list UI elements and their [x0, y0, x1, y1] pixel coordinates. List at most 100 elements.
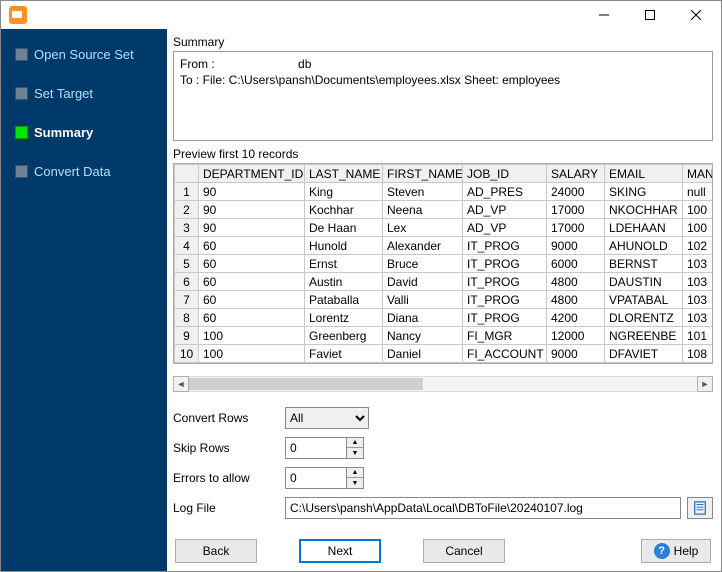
- table-row[interactable]: 460HunoldAlexanderIT_PROG9000AHUNOLD102: [175, 237, 714, 255]
- column-header[interactable]: SALARY: [547, 165, 605, 183]
- scroll-left-button[interactable]: ◄: [173, 376, 189, 392]
- cell: AD_VP: [463, 201, 547, 219]
- cell: 100: [683, 201, 714, 219]
- skip-rows-up[interactable]: ▲: [347, 438, 363, 448]
- cell: IT_PROG: [463, 273, 547, 291]
- convert-rows-label: Convert Rows: [173, 411, 285, 425]
- errors-down[interactable]: ▼: [347, 478, 363, 488]
- step-label: Open Source Set: [34, 47, 134, 62]
- cell: Valli: [383, 291, 463, 309]
- table-row[interactable]: 190KingStevenAD_PRES24000SKINGnull: [175, 183, 714, 201]
- cell: 4800: [547, 291, 605, 309]
- errors-label: Errors to allow: [173, 471, 285, 485]
- row-number: 3: [175, 219, 199, 237]
- step-label: Set Target: [34, 86, 93, 101]
- cell: LDEHAAN: [605, 219, 683, 237]
- cell: 101: [683, 327, 714, 345]
- skip-rows-input[interactable]: [285, 437, 347, 459]
- step-summary[interactable]: Summary: [1, 119, 167, 146]
- cell: FI_MGR: [463, 327, 547, 345]
- skip-rows-down[interactable]: ▼: [347, 448, 363, 458]
- step-open-source-set[interactable]: Open Source Set: [1, 41, 167, 68]
- cell: Nancy: [383, 327, 463, 345]
- table-row[interactable]: 860LorentzDianaIT_PROG4200DLORENTZ103: [175, 309, 714, 327]
- cell: AD_PRES: [463, 183, 547, 201]
- cell: 103: [683, 309, 714, 327]
- convert-rows-select[interactable]: All: [285, 407, 369, 429]
- row-header-blank: [175, 165, 199, 183]
- table-row[interactable]: 660AustinDavidIT_PROG4800DAUSTIN103: [175, 273, 714, 291]
- horizontal-scrollbar[interactable]: ◄ ►: [173, 375, 713, 393]
- summary-from-label: From :: [180, 57, 215, 71]
- titlebar: [1, 1, 721, 29]
- cell: BERNST: [605, 255, 683, 273]
- cell: AHUNOLD: [605, 237, 683, 255]
- table-row[interactable]: 10100FavietDanielFI_ACCOUNT9000DFAVIET10…: [175, 345, 714, 363]
- errors-input[interactable]: [285, 467, 347, 489]
- column-header[interactable]: JOB_ID: [463, 165, 547, 183]
- scroll-right-button[interactable]: ►: [697, 376, 713, 392]
- help-button[interactable]: ?Help: [641, 539, 711, 563]
- cell: 9000: [547, 237, 605, 255]
- cell: Bruce: [383, 255, 463, 273]
- cell: IT_PROG: [463, 255, 547, 273]
- table-row[interactable]: 560ErnstBruceIT_PROG6000BERNST103: [175, 255, 714, 273]
- column-header[interactable]: DEPARTMENT_ID: [199, 165, 305, 183]
- cell: Lorentz: [305, 309, 383, 327]
- step-set-target[interactable]: Set Target: [1, 80, 167, 107]
- cancel-button[interactable]: Cancel: [423, 539, 505, 563]
- logfile-label: Log File: [173, 501, 285, 515]
- step-label: Convert Data: [34, 164, 111, 179]
- summary-box: From : db To : File: C:\Users\pansh\Docu…: [173, 51, 713, 141]
- table-row[interactable]: 760PataballaValliIT_PROG4800VPATABAL103: [175, 291, 714, 309]
- cell: 103: [683, 255, 714, 273]
- row-number: 5: [175, 255, 199, 273]
- wizard-sidebar: Open Source Set Set Target Summary Conve…: [1, 29, 167, 571]
- cell: DFAVIET: [605, 345, 683, 363]
- cell: David: [383, 273, 463, 291]
- preview-table[interactable]: DEPARTMENT_IDLAST_NAMEFIRST_NAMEJOB_IDSA…: [173, 163, 713, 364]
- row-number: 1: [175, 183, 199, 201]
- minimize-button[interactable]: [581, 2, 627, 28]
- scroll-track[interactable]: [189, 376, 697, 392]
- column-header[interactable]: LAST_NAME: [305, 165, 383, 183]
- cell: null: [683, 183, 714, 201]
- cell: Steven: [383, 183, 463, 201]
- cell: King: [305, 183, 383, 201]
- logfile-input[interactable]: [285, 497, 681, 519]
- cell: 6000: [547, 255, 605, 273]
- cell: 4800: [547, 273, 605, 291]
- column-header[interactable]: MANAG: [683, 165, 714, 183]
- cell: 100: [683, 219, 714, 237]
- row-number: 9: [175, 327, 199, 345]
- table-row[interactable]: 390De HaanLexAD_VP17000LDEHAAN100: [175, 219, 714, 237]
- table-row[interactable]: 9100GreenbergNancyFI_MGR12000NGREENBE101: [175, 327, 714, 345]
- step-convert-data[interactable]: Convert Data: [1, 158, 167, 185]
- maximize-button[interactable]: [627, 2, 673, 28]
- cell: FI_ACCOUNT: [463, 345, 547, 363]
- cell: 103: [683, 291, 714, 309]
- row-number: 10: [175, 345, 199, 363]
- next-button[interactable]: Next: [299, 539, 381, 563]
- logfile-browse-button[interactable]: [687, 497, 713, 519]
- cell: Lex: [383, 219, 463, 237]
- close-button[interactable]: [673, 2, 719, 28]
- column-header[interactable]: EMAIL: [605, 165, 683, 183]
- cell: 12000: [547, 327, 605, 345]
- scroll-thumb[interactable]: [189, 378, 423, 390]
- cell: 90: [199, 183, 305, 201]
- cell: VPATABAL: [605, 291, 683, 309]
- cell: 60: [199, 237, 305, 255]
- cell: 102: [683, 237, 714, 255]
- cell: SKING: [605, 183, 683, 201]
- cell: Daniel: [383, 345, 463, 363]
- row-number: 2: [175, 201, 199, 219]
- cell: IT_PROG: [463, 309, 547, 327]
- cell: AD_VP: [463, 219, 547, 237]
- cell: 4200: [547, 309, 605, 327]
- table-row[interactable]: 290KochharNeenaAD_VP17000NKOCHHAR100: [175, 201, 714, 219]
- column-header[interactable]: FIRST_NAME: [383, 165, 463, 183]
- back-button[interactable]: Back: [175, 539, 257, 563]
- errors-up[interactable]: ▲: [347, 468, 363, 478]
- preview-heading: Preview first 10 records: [173, 147, 713, 161]
